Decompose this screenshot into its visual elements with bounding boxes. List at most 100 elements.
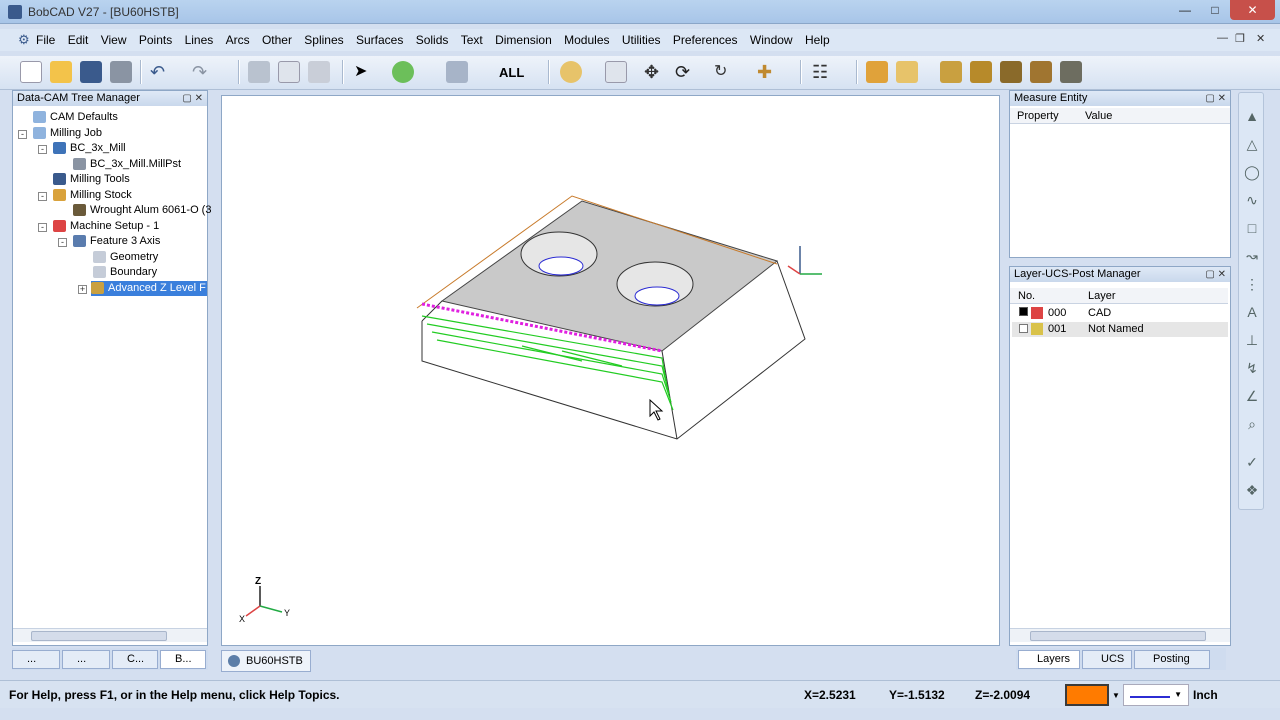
menu-edit[interactable]: Edit — [68, 33, 89, 47]
close-button[interactable]: ✕ — [1230, 0, 1275, 20]
gear-icon[interactable]: ⚙ — [18, 33, 32, 47]
solid-tool-icon[interactable]: □ — [1243, 219, 1261, 237]
current-color-swatch[interactable] — [1065, 684, 1109, 706]
menu-modules[interactable]: Modules — [564, 33, 609, 47]
view-plane-icon[interactable]: ☷ — [812, 61, 834, 83]
layer-row[interactable]: 001 Not Named — [1012, 322, 1228, 337]
filter-all-dropdown[interactable]: ALL — [499, 65, 524, 80]
copy-icon[interactable] — [278, 61, 300, 83]
render-icon[interactable] — [896, 61, 918, 83]
tree-item-geometry[interactable]: Geometry — [93, 250, 158, 265]
layer-checkbox[interactable] — [1019, 324, 1028, 333]
spline-tool-icon[interactable]: ∿ — [1243, 191, 1261, 209]
tab-bobcad[interactable]: B... — [160, 650, 206, 669]
tree-item-boundary[interactable]: Boundary — [93, 265, 157, 280]
tab-ucs[interactable]: UCS — [1082, 650, 1132, 669]
pattern-tool-icon[interactable]: ⋮ — [1243, 275, 1261, 293]
menu-splines[interactable]: Splines — [304, 33, 343, 47]
menu-file[interactable]: File — [36, 33, 55, 47]
collapse-toggle[interactable]: - — [58, 238, 67, 247]
maximize-button[interactable]: □ — [1200, 0, 1230, 20]
menu-lines[interactable]: Lines — [185, 33, 214, 47]
menu-text[interactable]: Text — [461, 33, 483, 47]
view-side-icon[interactable] — [1030, 61, 1052, 83]
menu-view[interactable]: View — [101, 33, 127, 47]
document-tab[interactable]: BU60HSTB — [221, 650, 311, 672]
transform-tool-icon[interactable]: ↝ — [1243, 247, 1261, 265]
horizontal-scrollbar[interactable] — [13, 628, 207, 642]
pan-icon[interactable]: ✥ — [644, 61, 666, 83]
expand-toggle[interactable]: + — [78, 285, 87, 294]
graphics-viewport[interactable]: Z Y X — [221, 95, 1000, 646]
color-dropdown-icon[interactable]: ▼ — [1112, 691, 1120, 700]
zoom-icon[interactable] — [560, 61, 582, 83]
tab-posting[interactable]: Posting — [1134, 650, 1210, 669]
crosshair-icon[interactable]: ✚ — [757, 61, 779, 83]
view-iso-icon[interactable] — [940, 61, 962, 83]
collapse-toggle[interactable]: - — [38, 145, 47, 154]
menu-other[interactable]: Other — [262, 33, 292, 47]
collapse-toggle[interactable]: - — [18, 130, 27, 139]
menu-surfaces[interactable]: Surfaces — [356, 33, 403, 47]
add-remove-icon[interactable] — [392, 61, 414, 83]
tree-item-milling-tools[interactable]: Milling Tools — [53, 172, 130, 187]
surface-tool-icon[interactable]: △ — [1243, 135, 1261, 153]
menu-solids[interactable]: Solids — [416, 33, 449, 47]
text-tool-icon[interactable]: A — [1243, 303, 1261, 321]
pin-close-icon[interactable]: ▢ ✕ — [1205, 267, 1226, 282]
menu-utilities[interactable]: Utilities — [622, 33, 661, 47]
tree-item-material[interactable]: Wrought Alum 6061-O (3 — [73, 203, 211, 218]
save-icon[interactable] — [80, 61, 102, 83]
scroll-thumb[interactable] — [31, 631, 167, 641]
tree-item-post[interactable]: BC_3x_Mill.MillPst — [73, 157, 181, 172]
menu-preferences[interactable]: Preferences — [673, 33, 738, 47]
new-file-icon[interactable] — [20, 61, 42, 83]
layer-row[interactable]: 000 CAD — [1012, 306, 1228, 321]
print-icon[interactable] — [110, 61, 132, 83]
menu-arcs[interactable]: Arcs — [226, 33, 250, 47]
menu-window[interactable]: Window — [750, 33, 793, 47]
measure-tool-icon[interactable]: ∠ — [1243, 387, 1261, 405]
open-folder-icon[interactable] — [50, 61, 72, 83]
tree-item-machine[interactable]: BC_3x_Mill — [53, 141, 126, 156]
plugin-tool-icon[interactable]: ❖ — [1243, 481, 1261, 499]
tree-item-cam-defaults[interactable]: CAM Defaults — [33, 110, 118, 125]
delete-icon[interactable] — [248, 61, 270, 83]
tree-item-machine-setup[interactable]: Machine Setup - 1 — [53, 219, 159, 234]
verify-tool-icon[interactable]: ✓ — [1243, 453, 1261, 471]
shade-icon[interactable] — [866, 61, 888, 83]
tab-cam[interactable]: C... — [112, 650, 158, 669]
tree-item-milling-stock[interactable]: Milling Stock — [53, 188, 132, 203]
layer-active-checkbox[interactable] — [1019, 307, 1028, 316]
scroll-thumb[interactable] — [1030, 631, 1206, 641]
minimize-button[interactable]: — — [1170, 0, 1200, 20]
redo-icon[interactable]: ↷ — [192, 61, 214, 83]
tab-layers[interactable]: Layers — [1018, 650, 1080, 669]
trim-tool-icon[interactable]: ↯ — [1243, 359, 1261, 377]
tree-item-operation-selected[interactable]: Advanced Z Level F — [91, 281, 207, 296]
wireframe-tool-icon[interactable]: ▲ — [1243, 107, 1261, 125]
menu-dimension[interactable]: Dimension — [495, 33, 552, 47]
view-top-icon[interactable] — [970, 61, 992, 83]
tab-settings[interactable]: ... — [62, 650, 110, 669]
rotate-view-icon[interactable]: ↻ — [714, 61, 736, 83]
tab-list[interactable]: ... — [12, 650, 60, 669]
circle-tool-icon[interactable]: ◯ — [1243, 163, 1261, 181]
undo-icon[interactable]: ↶ — [150, 61, 172, 83]
collapse-toggle[interactable]: - — [38, 223, 47, 232]
tree-item-milling-job[interactable]: Milling Job — [33, 126, 102, 141]
refresh-icon[interactable]: ⟳ — [675, 61, 697, 83]
selection-filter-icon[interactable] — [446, 61, 468, 83]
view-front-icon[interactable] — [1000, 61, 1022, 83]
menu-help[interactable]: Help — [805, 33, 830, 47]
menu-points[interactable]: Points — [139, 33, 172, 47]
select-arrow-icon[interactable]: ➤ — [354, 61, 376, 83]
pin-close-icon[interactable]: ▢ ✕ — [182, 91, 203, 106]
zoom-window-icon[interactable] — [605, 61, 627, 83]
mdi-restore-icon[interactable]: ❐ — [1235, 32, 1245, 45]
edit-tool-icon[interactable]: ⌕ — [1243, 415, 1261, 433]
mdi-minimize-icon[interactable]: — — [1217, 32, 1228, 44]
horizontal-scrollbar[interactable] — [1010, 628, 1230, 642]
pin-close-icon[interactable]: ▢ ✕ — [1205, 91, 1226, 106]
collapse-toggle[interactable]: - — [38, 192, 47, 201]
